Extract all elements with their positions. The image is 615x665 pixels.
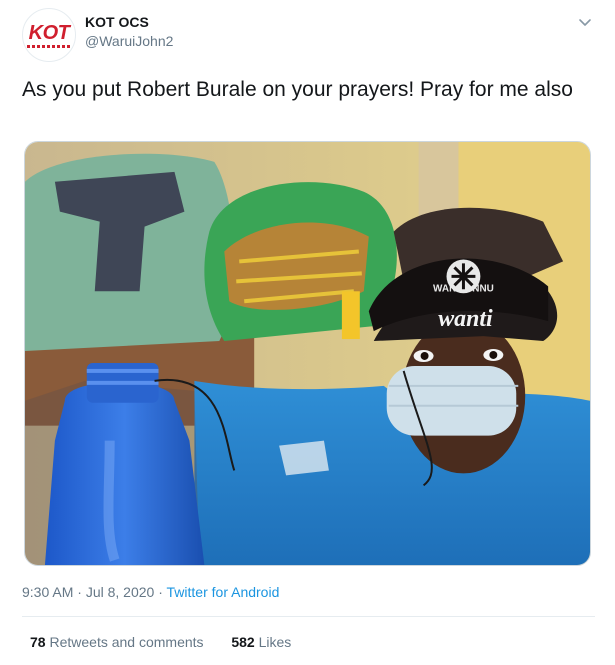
retweets-label: Retweets and comments [49,634,204,650]
selfie-photo: WAN TUNNU wanti [25,142,590,565]
meta-separator: · [158,584,163,600]
retweets-stat[interactable]: 78 Retweets and comments [30,634,207,650]
chevron-down-icon [579,19,591,26]
likes-label: Likes [258,634,292,650]
user-handle[interactable]: @WaruiJohn2 [85,33,173,49]
likes-stat[interactable]: 582 Likes [231,634,291,650]
tweet-meta: 9:30 AM · Jul 8, 2020 · Twitter for Andr… [22,584,279,600]
tweet-photo[interactable]: WAN TUNNU wanti [24,141,591,566]
avatar[interactable]: KOT [22,8,76,62]
retweets-count: 78 [30,634,46,650]
tweet-text: As you put Robert Burale on your prayers… [22,78,573,101]
avatar-logo-text: KOT [28,22,70,44]
divider [22,616,595,617]
tweet-stats: 78 Retweets and comments 582 Likes [30,634,291,650]
tweet-date[interactable]: Jul 8, 2020 [86,584,155,600]
svg-text:wanti: wanti [438,306,493,332]
likes-count: 582 [231,634,255,650]
display-name[interactable]: KOT OCS [85,14,149,30]
tweet-source-link[interactable]: Twitter for Android [167,584,280,600]
avatar-logo-decoration [27,45,71,48]
tweet-card: KOT KOT OCS @WaruiJohn2 As you put Rober… [0,0,615,665]
tweet-menu-button[interactable] [575,12,595,32]
meta-separator: · [77,584,82,600]
tweet-time[interactable]: 9:30 AM [22,584,73,600]
